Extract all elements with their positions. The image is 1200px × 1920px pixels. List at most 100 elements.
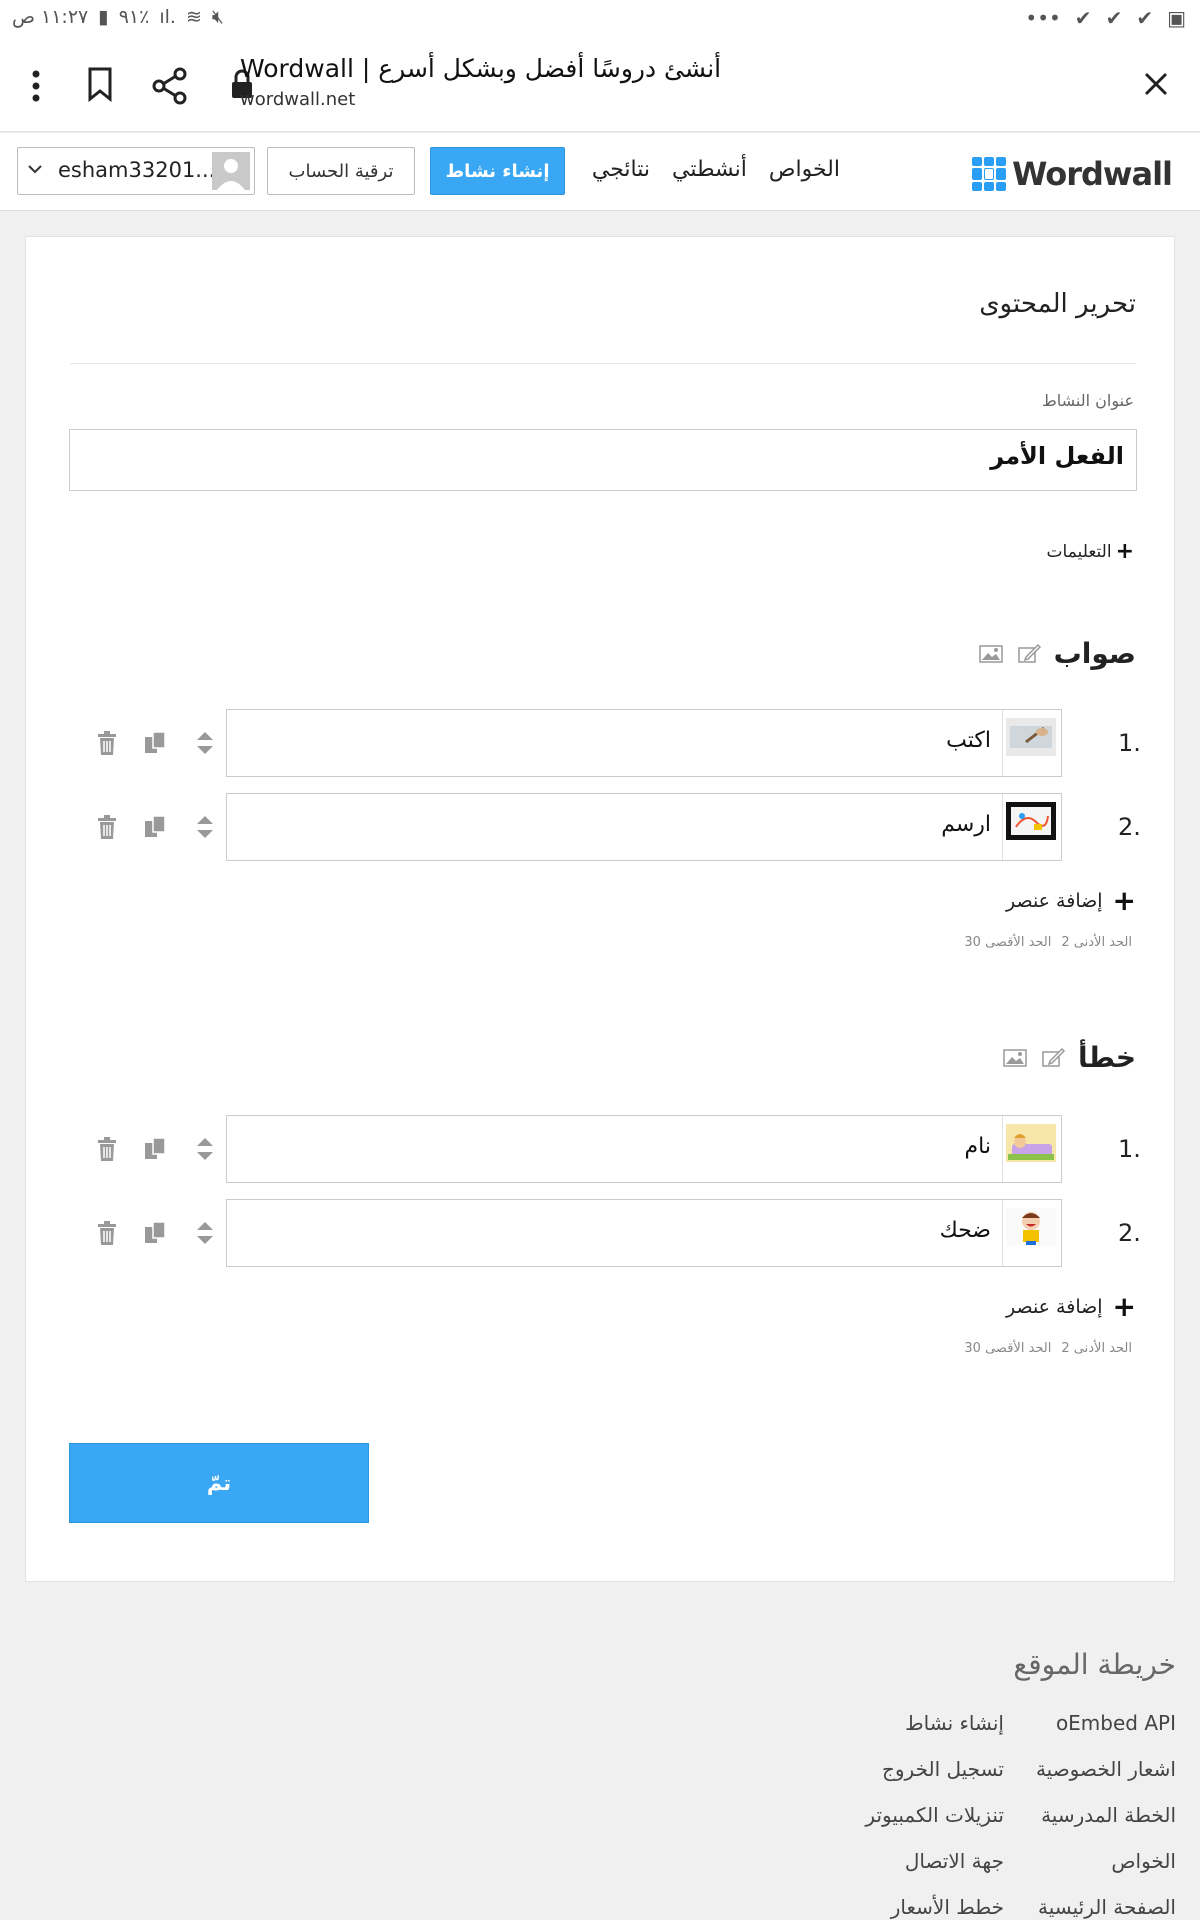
trash-icon[interactable]	[94, 1219, 120, 1247]
item-number: 1.	[1118, 729, 1141, 757]
page-title-block[interactable]: Wordwall | أنشئ دروسًا أفضل وبشكل أسرع w…	[240, 54, 722, 110]
writing-image[interactable]	[1006, 718, 1056, 756]
activity-title-input[interactable]: الفعل الأمر	[69, 429, 1137, 491]
share-icon[interactable]	[150, 66, 190, 106]
check-icon-3: ✔	[1136, 6, 1154, 30]
sitemap-link[interactable]: تسجيل الخروج	[865, 1746, 1004, 1792]
sitemap-column-right: oEmbed API اشعار الخصوصية الخطة المدرسية…	[1036, 1700, 1176, 1920]
logo-grid-icon	[972, 157, 1007, 191]
sort-arrows-icon[interactable]	[192, 813, 218, 841]
check-icon: ✔	[1074, 6, 1092, 30]
wordwall-logo[interactable]: Wordwall	[972, 155, 1173, 193]
site-header: Wordwall الخواص أنشطتي نتائجي إنشاء نشاط…	[0, 133, 1200, 211]
item-number: 2.	[1118, 813, 1141, 841]
image-icon[interactable]	[1002, 1047, 1028, 1069]
sitemap-link[interactable]: الخطة المدرسية	[1036, 1792, 1176, 1838]
mute-icon: 🔇︎	[211, 6, 224, 28]
max-value: 30	[964, 935, 981, 950]
min-value: 2	[1061, 935, 1070, 950]
duplicate-icon[interactable]	[142, 1219, 168, 1247]
sort-arrows-icon[interactable]	[192, 729, 218, 757]
max-limit: الحد الأقصى 30	[964, 935, 1051, 950]
max-label: الحد الأقصى	[985, 935, 1052, 950]
max-label: الحد الأقصى	[985, 1341, 1052, 1356]
item-text: نام	[964, 1134, 991, 1159]
main-nav: الخواص أنشطتي نتائجي	[592, 157, 840, 182]
sort-arrows-icon[interactable]	[192, 1135, 218, 1163]
sitemap-column-left: إنشاء نشاط تسجيل الخروج تنزيلات الكمبيوت…	[865, 1700, 1004, 1920]
more-dots-icon: •••	[1025, 6, 1061, 30]
divider	[70, 363, 1136, 364]
close-icon[interactable]	[1136, 64, 1176, 104]
trash-icon[interactable]	[94, 729, 120, 757]
thumb-separator	[1002, 710, 1003, 776]
browser-url: wordwall.net	[240, 89, 356, 110]
list-item: 1. اكتب	[26, 709, 1176, 777]
sitemap-link[interactable]: الصفحة الرئيسية	[1036, 1884, 1176, 1920]
avatar	[212, 152, 250, 190]
activity-title-label: عنوان النشاط	[1041, 391, 1134, 410]
thumb-separator	[1002, 794, 1003, 860]
nav-my-results[interactable]: نتائجي	[592, 157, 650, 182]
item-text: اكتب	[946, 728, 991, 753]
sitemap-link[interactable]: oEmbed API	[1036, 1700, 1176, 1746]
status-time: ١١:٢٧ ص	[12, 6, 89, 28]
user-menu[interactable]: esham33201...	[17, 147, 255, 195]
item-number: 1.	[1118, 1135, 1141, 1163]
plus-icon: +	[1115, 539, 1134, 564]
wifi-icon: ≋	[185, 6, 202, 28]
min-label: الحد الأدنى	[1073, 935, 1132, 950]
instructions-toggle[interactable]: + التعليمات	[1047, 539, 1134, 564]
min-limit: الحد الأدنى 2	[1061, 1341, 1132, 1356]
menu-dots-icon[interactable]	[22, 66, 50, 106]
drawing-image[interactable]	[1006, 802, 1056, 840]
signal-icon: ıl.	[159, 6, 176, 28]
done-button[interactable]: تمّ	[69, 1443, 369, 1523]
sort-arrows-icon[interactable]	[192, 1219, 218, 1247]
item-input[interactable]: ضحك	[226, 1199, 1062, 1267]
battery-icon: ▮	[98, 6, 109, 28]
add-item-button[interactable]: + إضافة عنصر	[1006, 1293, 1136, 1321]
status-left: ١١:٢٧ ص ▮ ٩١٪ ıl. ≋ 🔇︎	[12, 6, 224, 28]
browser-page-title: Wordwall | أنشئ دروسًا أفضل وبشكل أسرع	[240, 54, 722, 83]
trash-icon[interactable]	[94, 1135, 120, 1163]
browser-bar: Wordwall | أنشئ دروسًا أفضل وبشكل أسرع w…	[0, 36, 1200, 132]
sitemap-link[interactable]: جهة الاتصال	[865, 1838, 1004, 1884]
min-value: 2	[1061, 1341, 1070, 1356]
group-wrong-header: خطأ	[1002, 1041, 1136, 1074]
laughing-image[interactable]	[1006, 1208, 1056, 1246]
add-item-label: إضافة عنصر	[1005, 1296, 1103, 1318]
list-item: 1. نام	[26, 1115, 1176, 1183]
group-wrong-title[interactable]: خطأ	[1078, 1041, 1136, 1074]
sleeping-image[interactable]	[1006, 1124, 1056, 1162]
item-limits: الحد الأدنى 2 الحد الأقصى 30	[964, 935, 1132, 950]
max-value: 30	[964, 1341, 981, 1356]
item-input[interactable]: نام	[226, 1115, 1062, 1183]
bookmark-icon[interactable]	[84, 66, 116, 102]
item-input[interactable]: ارسم	[226, 793, 1062, 861]
add-item-label: إضافة عنصر	[1005, 890, 1103, 912]
duplicate-icon[interactable]	[142, 1135, 168, 1163]
duplicate-icon[interactable]	[142, 729, 168, 757]
sitemap-link[interactable]: خطط الأسعار	[865, 1884, 1004, 1920]
nav-features[interactable]: الخواص	[769, 157, 840, 182]
upgrade-account-button[interactable]: ترقية الحساب	[267, 147, 415, 195]
add-item-button[interactable]: + إضافة عنصر	[1006, 887, 1136, 915]
trash-icon[interactable]	[94, 813, 120, 841]
sitemap-link[interactable]: اشعار الخصوصية	[1036, 1746, 1176, 1792]
item-limits: الحد الأدنى 2 الحد الأقصى 30	[964, 1341, 1132, 1356]
group-correct-header: صواب	[978, 637, 1136, 670]
item-input[interactable]: اكتب	[226, 709, 1062, 777]
edit-icon[interactable]	[1016, 643, 1042, 665]
image-icon[interactable]	[978, 643, 1004, 665]
sitemap-link[interactable]: الخواص	[1036, 1838, 1176, 1884]
logo-text: Wordwall	[1012, 155, 1173, 193]
create-activity-button[interactable]: إنشاء نشاط	[430, 147, 565, 195]
sitemap-link[interactable]: إنشاء نشاط	[865, 1700, 1004, 1746]
edit-icon[interactable]	[1040, 1047, 1066, 1069]
duplicate-icon[interactable]	[142, 813, 168, 841]
group-correct-title[interactable]: صواب	[1054, 637, 1136, 670]
nav-my-activities[interactable]: أنشطتي	[672, 157, 747, 182]
sitemap-link[interactable]: تنزيلات الكمبيوتر	[865, 1792, 1004, 1838]
max-limit: الحد الأقصى 30	[964, 1341, 1051, 1356]
